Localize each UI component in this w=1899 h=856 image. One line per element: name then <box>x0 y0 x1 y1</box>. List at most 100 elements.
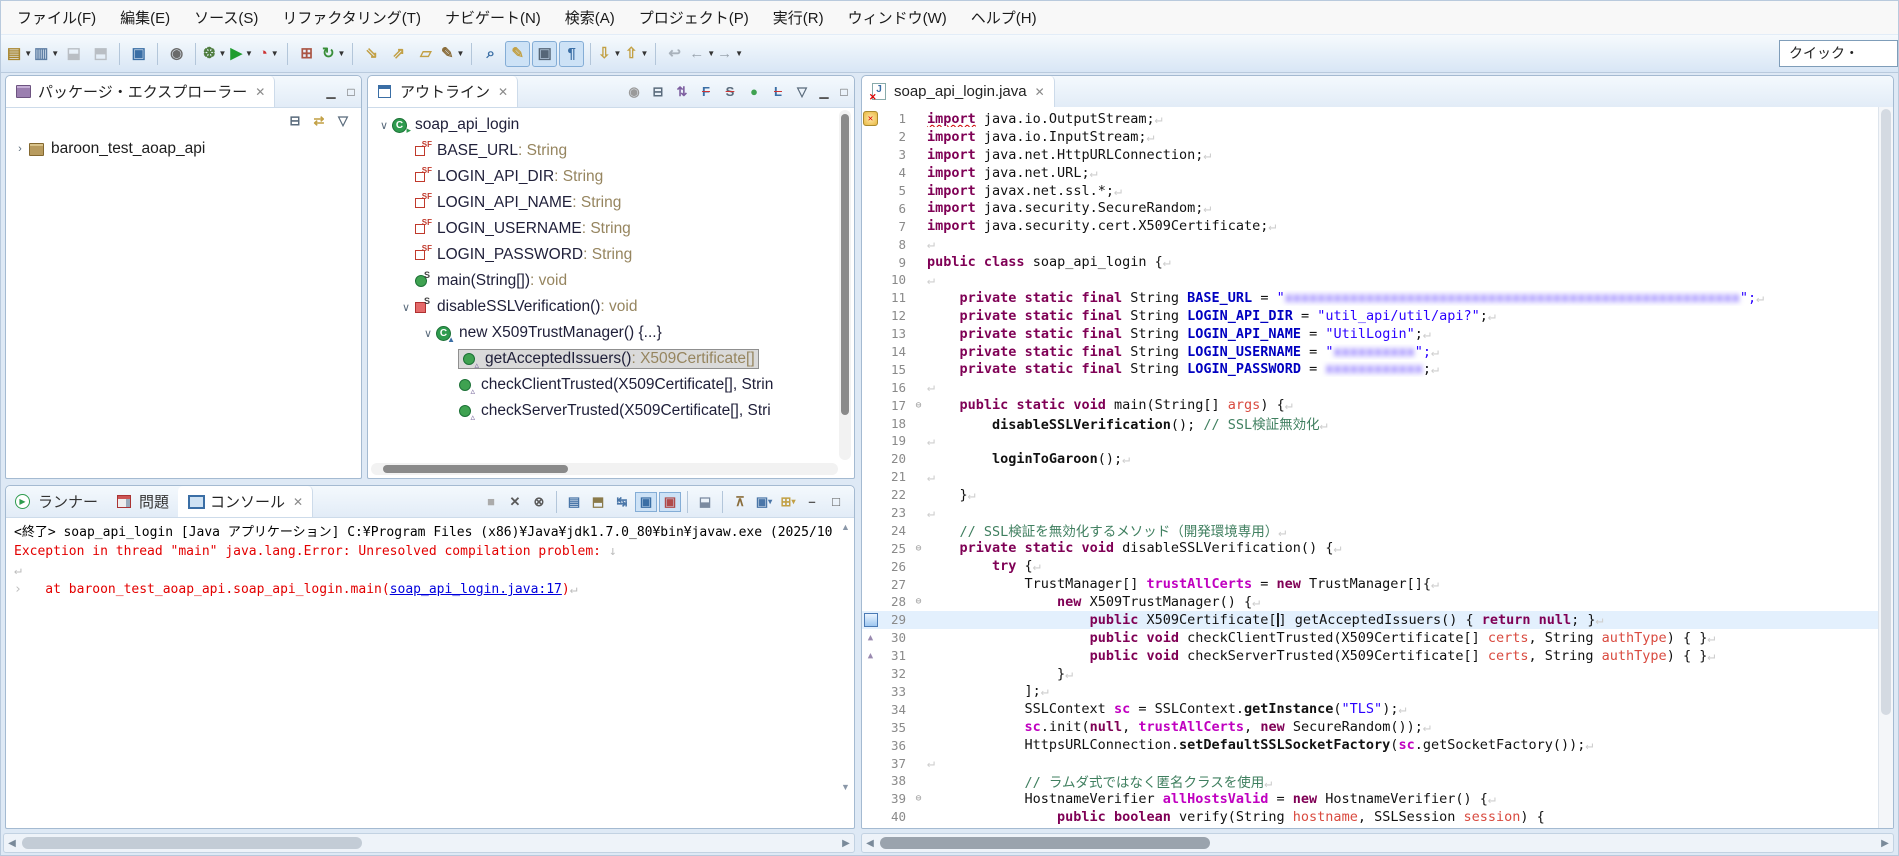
code-text[interactable]: import java.security.cert.X509Certificat… <box>927 218 1893 234</box>
back-button[interactable]: ←▼ <box>689 41 715 67</box>
code-text[interactable]: }↵ <box>927 487 1893 503</box>
chevron-down-icon[interactable]: ▼ <box>707 49 715 58</box>
code-text[interactable]: public static void main(String[] args) {… <box>927 397 1893 413</box>
menu-プロジェクトP[interactable]: プロジェクト(P) <box>627 2 761 33</box>
code-text[interactable]: // SSL検証を無効化するメソッド（開発環境専用）↵ <box>927 520 1893 540</box>
tab-package-explorer[interactable]: パッケージ・エクスプローラー ✕ <box>6 76 275 107</box>
outline-item[interactable]: SFBASE_URL : String <box>368 138 854 164</box>
code-text[interactable]: import java.net.HttpURLConnection;↵ <box>927 147 1893 163</box>
last-edit-location-button[interactable]: ↩ <box>662 41 687 67</box>
debug-button[interactable]: ❆▼ <box>202 41 227 67</box>
code-text[interactable]: ↵ <box>927 505 1893 521</box>
code-text[interactable]: ↵ <box>927 272 1893 288</box>
outline-item[interactable]: SFLOGIN_API_DIR : String <box>368 164 854 190</box>
code-text[interactable]: ↵ <box>927 755 1893 771</box>
chevron-down-icon[interactable]: ▼ <box>51 49 59 58</box>
code-text[interactable]: new X509TrustManager() {↵ <box>927 594 1893 610</box>
code-text[interactable]: public void checkServerTrusted(X509Certi… <box>927 648 1893 664</box>
code-text[interactable]: public boolean verify(String hostname, S… <box>927 809 1893 825</box>
code-text[interactable]: import java.net.URL;↵ <box>927 165 1893 181</box>
chevron-down-icon[interactable]: ▼ <box>641 49 649 58</box>
menu-ウィンドウW[interactable]: ウィンドウ(W) <box>836 2 959 33</box>
scroll-lock-icon[interactable]: ⬒ <box>587 492 609 512</box>
tab-outline[interactable]: アウトライン ✕ <box>368 76 518 107</box>
code-text[interactable]: private static final String LOGIN_PASSWO… <box>927 361 1893 377</box>
editor-vertical-scrollbar[interactable] <box>1878 107 1893 828</box>
console-horizontal-scrollbar[interactable]: ◀ ▶ <box>3 833 855 853</box>
expand-arrow-icon[interactable]: ∨ <box>398 301 414 314</box>
save-console-output-icon[interactable]: ⬓ <box>694 492 716 512</box>
code-text[interactable]: private static final String LOGIN_API_DI… <box>927 308 1893 324</box>
close-icon[interactable]: ✕ <box>498 85 508 99</box>
focus-active-task-icon[interactable]: ◉ <box>623 82 645 102</box>
tab-ランナー[interactable]: ▶ランナー <box>6 486 107 517</box>
outline-item[interactable]: ∨SdisableSSLVerification() : void <box>368 294 854 320</box>
code-text[interactable]: public void checkClientTrusted(X509Certi… <box>927 630 1893 646</box>
word-wrap-icon[interactable]: ↹ <box>611 492 633 512</box>
console-vertical-scrollbar[interactable]: ▲ ▼ <box>839 522 852 822</box>
clear-console-icon[interactable]: ▤ <box>563 492 585 512</box>
view-menu-icon[interactable]: ▽ <box>332 111 354 131</box>
code-text[interactable]: public class soap_api_login {↵ <box>927 254 1893 270</box>
tab-問題[interactable]: 問題 <box>107 486 178 517</box>
chevron-down-icon[interactable]: ▼ <box>735 49 743 58</box>
run-button[interactable]: ▶▼ <box>229 41 254 67</box>
chevron-down-icon[interactable]: ▼ <box>219 49 227 58</box>
run-external-tools-button[interactable]: ◔▼ <box>256 41 281 67</box>
code-text[interactable]: public X509Certificate[] getAcceptedIssu… <box>927 612 1893 628</box>
outline-item[interactable]: ▵checkServerTrusted(X509Certificate[], S… <box>368 398 854 424</box>
hide-non-public-members-icon[interactable]: ● <box>743 82 765 102</box>
outline-item[interactable]: SFLOGIN_API_NAME : String <box>368 190 854 216</box>
link-with-editor-icon[interactable]: ⇄ <box>308 111 330 131</box>
scroll-left-icon[interactable]: ◀ <box>862 838 878 849</box>
quick-access-input[interactable]: クイック・ <box>1779 40 1898 67</box>
code-text[interactable]: }↵ <box>927 666 1893 682</box>
editor-horizontal-scrollbar[interactable]: ◀ ▶ <box>861 833 1894 853</box>
stacktrace-link[interactable]: soap_api_login.java:17 <box>390 582 562 597</box>
forward-button[interactable]: →▼ <box>717 41 743 67</box>
chevron-down-icon[interactable]: ▾ <box>791 497 795 506</box>
save-button[interactable]: ⬓ <box>61 41 86 67</box>
code-text[interactable]: private static final String LOGIN_API_NA… <box>927 326 1893 342</box>
remove-launch-icon[interactable]: ✕ <box>504 492 526 512</box>
chevron-down-icon[interactable]: ▼ <box>245 49 253 58</box>
fold-collapse-icon[interactable]: ⊖ <box>910 793 927 804</box>
code-text[interactable]: import javax.net.ssl.*;↵ <box>927 183 1893 199</box>
code-text[interactable]: ↵ <box>927 379 1893 395</box>
open-console-icon[interactable]: ⊞▾ <box>777 492 799 512</box>
terminate-icon[interactable]: ■ <box>480 492 502 512</box>
close-icon[interactable]: ✕ <box>255 85 265 99</box>
new-wizard-button[interactable]: ▤▼ <box>7 41 32 67</box>
show-selected-element-button[interactable]: ▣ <box>532 41 557 67</box>
console-output[interactable]: <終了> soap_api_login [Java アプリケーション] C:¥P… <box>6 518 854 604</box>
mark-occurrences-button[interactable]: ✎ <box>505 41 530 67</box>
export-folder-button[interactable]: ⇗ <box>386 41 411 67</box>
tree-item-baroon_test_aoap_api[interactable]: ›baroon_test_aoap_api <box>6 136 361 162</box>
outline-item[interactable]: Smain(String[]) : void <box>368 268 854 294</box>
menu-編集E[interactable]: 編集(E) <box>108 2 182 33</box>
pin-console-icon[interactable]: ⊼ <box>729 492 751 512</box>
hide-static-members-icon[interactable]: S <box>719 82 741 102</box>
close-icon[interactable]: ✕ <box>1035 85 1045 99</box>
show-console-stdout-icon[interactable]: ▣ <box>635 492 657 512</box>
format-brush-button[interactable]: ✎▼ <box>440 41 465 67</box>
collapse-all-icon[interactable]: ⊟ <box>284 111 306 131</box>
code-text[interactable]: loginToGaroon();↵ <box>927 451 1893 467</box>
tab-コンソール[interactable]: コンソール✕ <box>178 486 313 517</box>
code-text[interactable]: disableSSLVerification(); // SSL検証無効化↵ <box>927 413 1893 433</box>
outline-vertical-scrollbar[interactable] <box>839 110 851 460</box>
minimize-icon[interactable]: ▁ <box>321 85 341 99</box>
chevron-down-icon[interactable]: ▼ <box>338 49 346 58</box>
code-text[interactable]: HttpsURLConnection.setDefaultSSLSocketFa… <box>927 737 1893 753</box>
outline-item[interactable]: ∨C▲new X509TrustManager() {...} <box>368 320 854 346</box>
menu-ヘルプH[interactable]: ヘルプ(H) <box>959 2 1049 33</box>
previous-annotation-button[interactable]: ⇧▼ <box>624 41 649 67</box>
display-selected-console-icon[interactable]: ▣▾ <box>753 492 775 512</box>
scroll-right-icon[interactable]: ▶ <box>1877 838 1893 849</box>
open-resource-folder-button[interactable]: ▱ <box>413 41 438 67</box>
code-text[interactable]: try {↵ <box>927 558 1893 574</box>
expand-arrow-icon[interactable]: ∨ <box>420 327 436 340</box>
outline-item[interactable]: SFLOGIN_PASSWORD : String <box>368 242 854 268</box>
fold-collapse-icon[interactable]: ⊖ <box>910 400 927 411</box>
code-text[interactable]: TrustManager[] trustAllCerts = new Trust… <box>927 576 1893 592</box>
